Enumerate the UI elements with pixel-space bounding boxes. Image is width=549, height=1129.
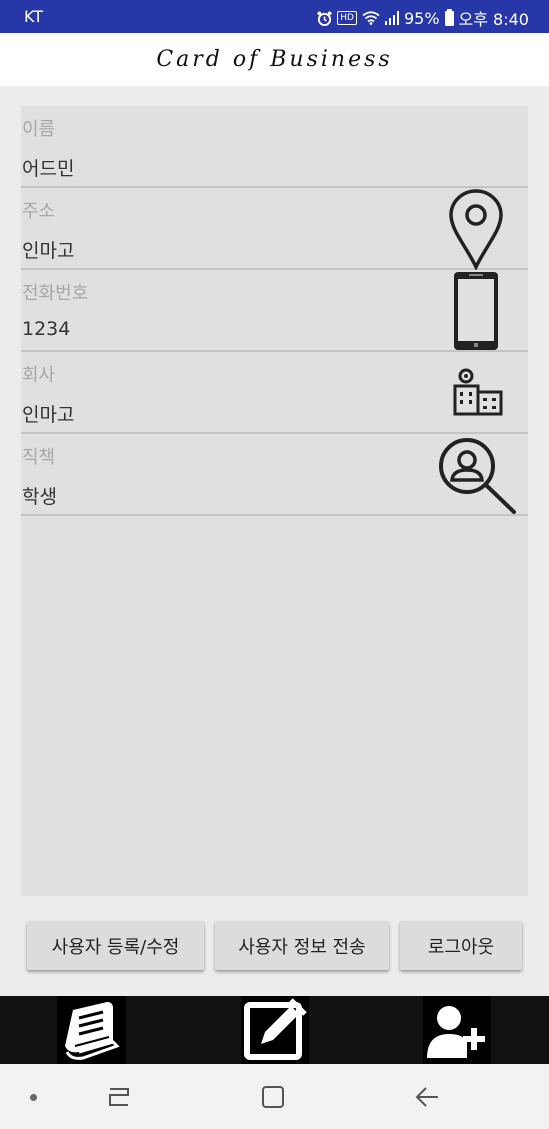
field-position: 직책 학생 xyxy=(21,434,528,516)
field-company-label: 회사 xyxy=(22,365,56,386)
field-company: 회사 인마고 xyxy=(21,352,528,434)
bottom-nav xyxy=(0,996,549,1064)
field-company-value[interactable]: 인마고 xyxy=(22,400,74,427)
system-nav-bar xyxy=(0,1064,549,1129)
add-user-icon[interactable] xyxy=(423,996,491,1064)
field-name: 이름 어드민 xyxy=(21,106,528,188)
field-phone: 전화번호 1234 xyxy=(21,270,528,352)
location-pin-icon xyxy=(449,189,503,270)
field-position-label: 직책 xyxy=(22,447,56,468)
field-position-value[interactable]: 학생 xyxy=(22,482,57,509)
field-name-label: 이름 xyxy=(22,119,56,140)
building-icon xyxy=(453,368,503,416)
user-search-icon xyxy=(439,438,516,514)
recent-apps-icon[interactable] xyxy=(106,1085,132,1109)
app-title: Card of Business xyxy=(156,47,393,72)
field-name-value[interactable]: 어드민 xyxy=(22,154,74,181)
edit-icon[interactable] xyxy=(241,996,309,1064)
register-edit-user-button[interactable]: 사용자 등록/수정 xyxy=(27,921,204,970)
field-address: 주소 인마고 xyxy=(21,188,528,270)
home-icon[interactable] xyxy=(261,1085,285,1109)
carrier-label: KT xyxy=(24,7,44,26)
hd-icon: HD xyxy=(337,11,357,25)
status-icons: HD 95% 오후 8:40 xyxy=(317,6,529,30)
alarm-icon xyxy=(317,10,332,26)
field-phone-value[interactable]: 1234 xyxy=(22,318,70,340)
app-header: Card of Business xyxy=(0,33,549,86)
battery-percent: 95% xyxy=(403,8,440,28)
field-address-value[interactable]: 인마고 xyxy=(22,236,74,263)
field-address-label: 주소 xyxy=(22,201,56,222)
battery-icon xyxy=(444,8,454,26)
status-bar: KT HD 95% 오후 8:40 xyxy=(0,0,549,33)
clock: 오후 8:40 xyxy=(458,10,529,29)
wifi-icon xyxy=(362,11,380,25)
book-icon[interactable] xyxy=(57,996,126,1064)
smartphone-icon xyxy=(454,272,498,350)
send-user-info-button[interactable]: 사용자 정보 전송 xyxy=(215,921,389,970)
signal-icon xyxy=(384,11,399,25)
back-icon[interactable] xyxy=(414,1085,440,1109)
logout-button[interactable]: 로그아웃 xyxy=(400,921,522,970)
business-card-panel: 이름 어드민 주소 인마고 전화번호 1234 회사 인마고 직책 학생 xyxy=(21,106,528,896)
field-phone-label: 전화번호 xyxy=(22,283,89,304)
dot-icon xyxy=(30,1094,37,1101)
